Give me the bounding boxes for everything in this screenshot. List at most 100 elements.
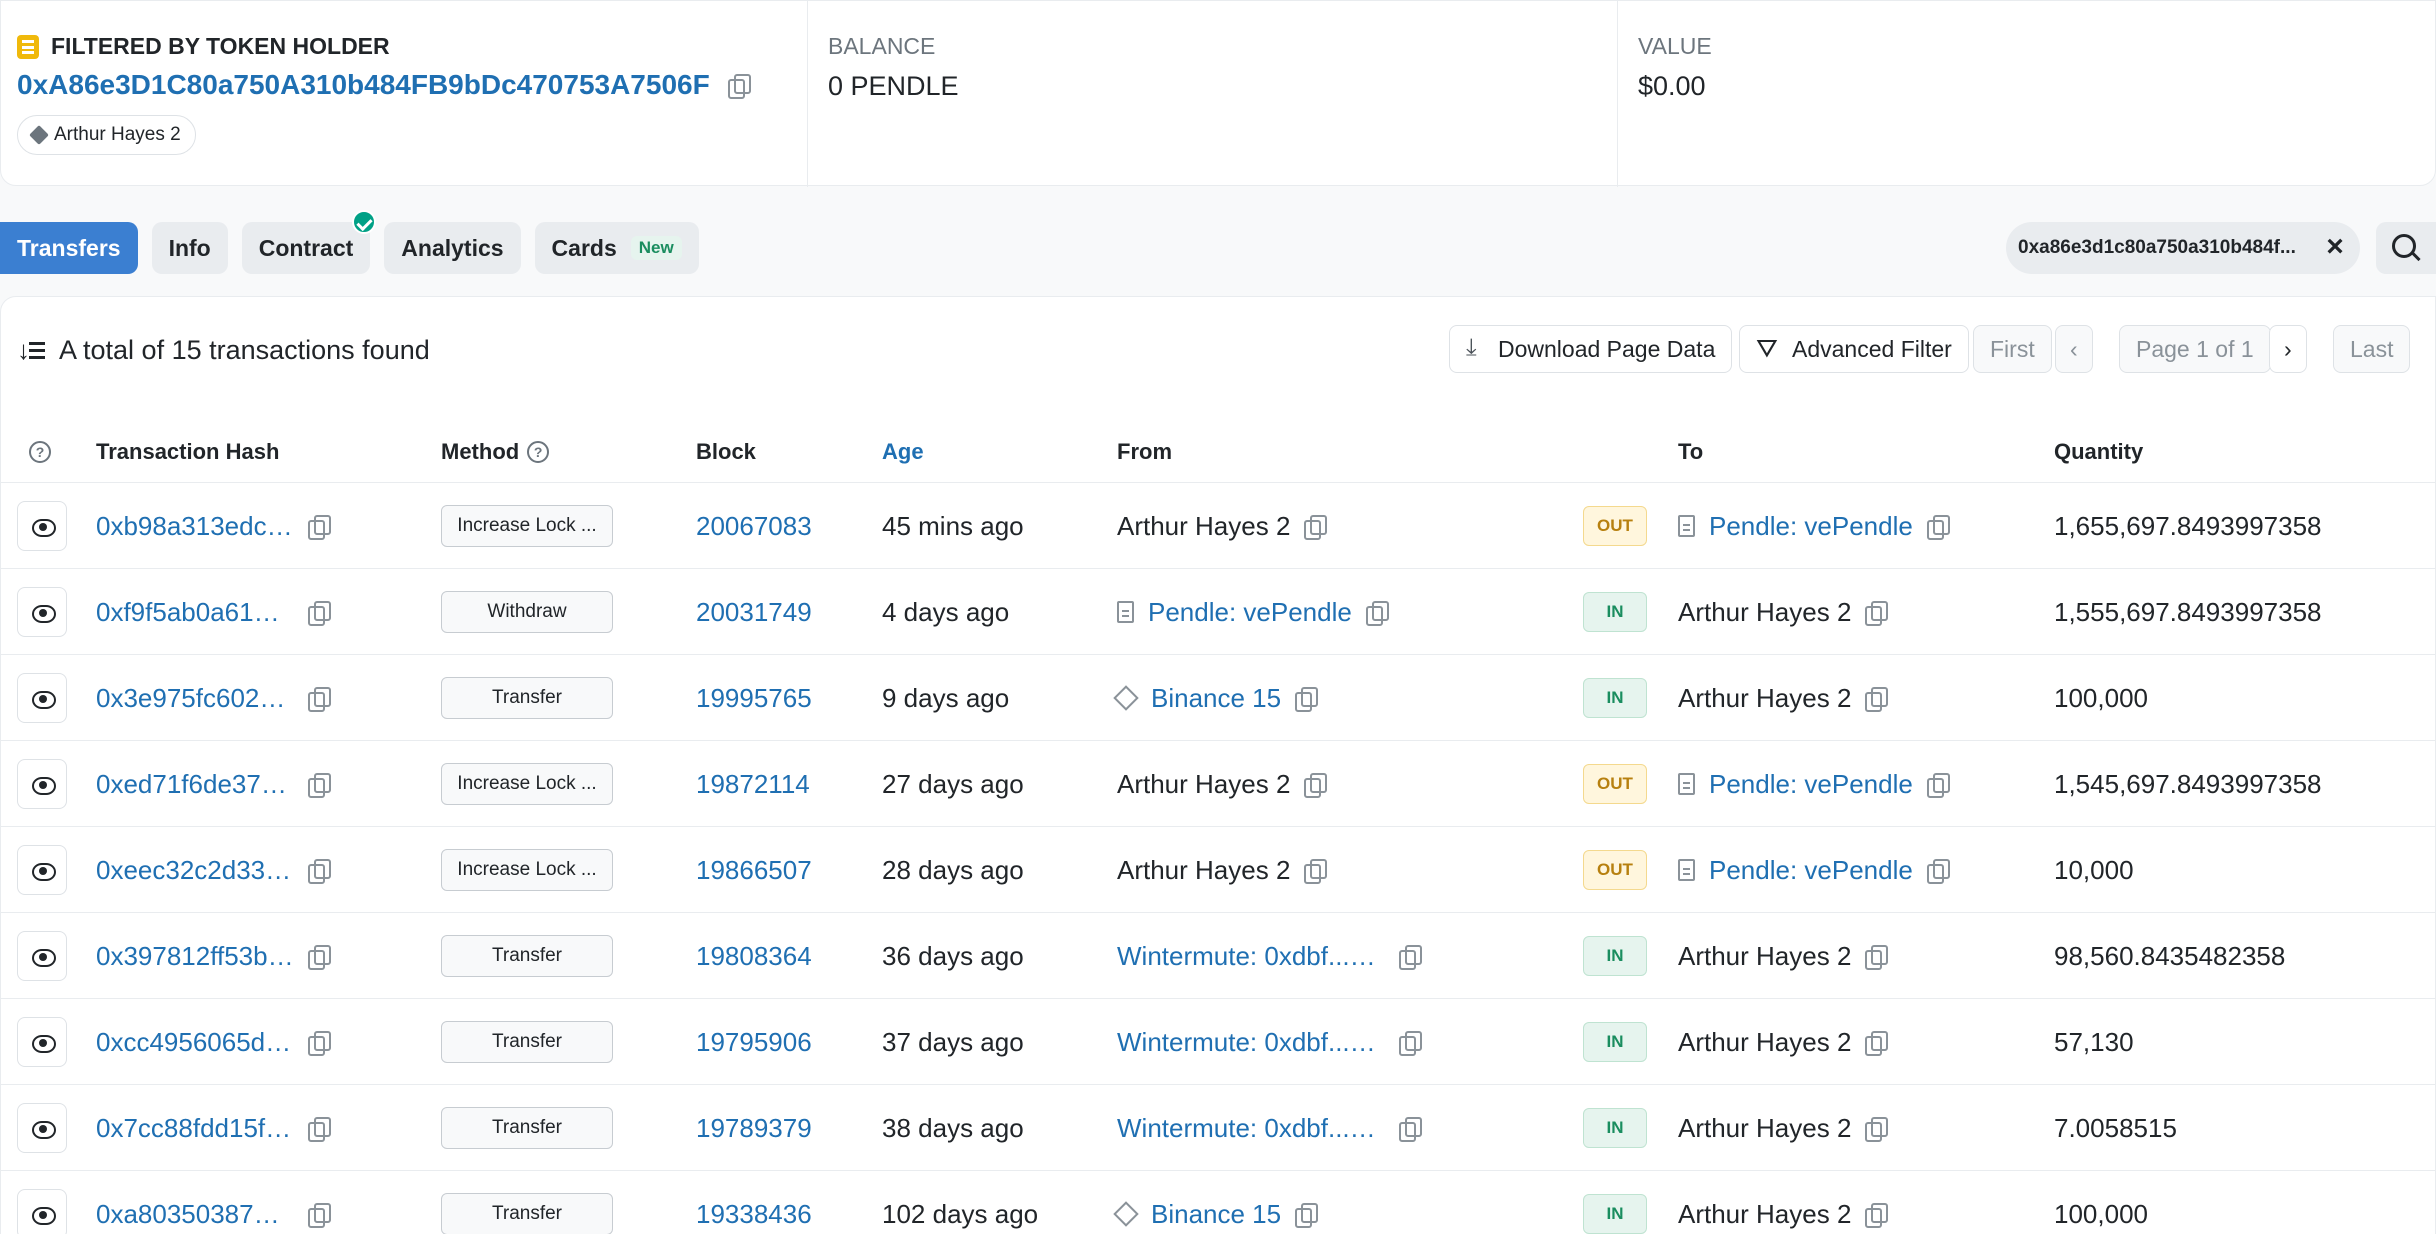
copy-icon[interactable] [1926,515,1950,540]
block-link[interactable]: 19795906 [696,1027,812,1058]
copy-icon[interactable] [1399,1031,1422,1056]
tab-info[interactable]: Info [151,222,228,274]
to-address[interactable]: Pendle: vePendle [1709,769,1913,800]
holder-name-tag[interactable]: Arthur Hayes 2 [17,115,196,155]
transaction-hash-link[interactable]: 0xed71f6de378… [96,769,294,800]
from-address[interactable]: Wintermute: 0xdbf...0… [1117,1113,1385,1144]
view-details-eye-icon[interactable] [17,501,67,551]
tab-cards[interactable]: Cards New [534,222,699,274]
from-address[interactable]: Binance 15 [1151,1199,1281,1230]
copy-icon[interactable] [1365,601,1389,626]
tab-contract[interactable]: Contract [241,210,377,274]
advanced-filter-label: Advanced Filter [1792,335,1952,362]
holder-heading-text: FILTERED BY TOKEN HOLDER [51,33,390,59]
transaction-hash-link[interactable]: 0xf9f5ab0a61e… [96,597,294,628]
block-link[interactable]: 20067083 [696,511,812,542]
to-address[interactable]: Pendle: vePendle [1709,855,1913,886]
age-text: 45 mins ago [882,510,1024,541]
view-details-eye-icon[interactable] [17,1103,67,1153]
copy-icon[interactable] [1865,1031,1889,1056]
method-badge: Transfer [441,1193,613,1234]
copy-icon[interactable] [1926,773,1950,798]
sort-descending-icon[interactable] [17,335,47,366]
copy-icon[interactable] [727,74,751,99]
transaction-hash-link[interactable]: 0xa803503879… [96,1199,294,1230]
copy-icon[interactable] [308,1117,331,1142]
advanced-filter-button[interactable]: Advanced Filter [1739,325,1969,373]
block-link[interactable]: 19866507 [696,855,812,886]
copy-icon[interactable] [1295,1203,1319,1228]
transaction-hash-link[interactable]: 0x3e975fc6024… [96,683,294,714]
view-details-eye-icon[interactable] [17,931,67,981]
block-link[interactable]: 20031749 [696,597,812,628]
tab-analytics[interactable]: Analytics [384,222,521,274]
copy-icon[interactable] [308,687,331,712]
from-address[interactable]: Binance 15 [1151,683,1281,714]
search-icon[interactable] [2376,222,2436,274]
view-details-eye-icon[interactable] [17,845,67,895]
copy-icon[interactable] [308,1203,331,1228]
copy-icon[interactable] [1304,515,1328,540]
method-badge: Increase Lock ... [441,849,613,891]
transaction-hash-link[interactable]: 0x7cc88fdd15f… [96,1113,294,1144]
block-link[interactable]: 19789379 [696,1113,812,1144]
quantity-value: 1,555,697.8493997358 [2054,596,2322,627]
copy-icon[interactable] [308,773,331,798]
block-link[interactable]: 19338436 [696,1199,812,1230]
transaction-hash-link[interactable]: 0x397812ff53b… [96,941,294,972]
view-details-eye-icon[interactable] [17,673,67,723]
view-details-eye-icon[interactable] [17,1189,67,1234]
copy-icon[interactable] [1865,945,1889,970]
copy-icon[interactable] [1399,945,1422,970]
copy-icon[interactable] [1865,687,1889,712]
transaction-hash-link[interactable]: 0xcc4956065d… [96,1027,294,1058]
download-page-data-label: Download Page Data [1498,335,1716,362]
to-address[interactable]: Pendle: vePendle [1709,511,1913,542]
from-address[interactable]: Wintermute: 0xdbf...0… [1117,941,1385,972]
copy-icon[interactable] [308,601,331,626]
previous-page-button[interactable]: ‹ [2055,325,2093,373]
copy-icon[interactable] [308,1031,331,1056]
block-link[interactable]: 19995765 [696,683,812,714]
address-filter-chip[interactable]: 0xa86e3d1c80a750a310b484f... × [2006,222,2360,274]
copy-icon[interactable] [1865,1203,1889,1228]
next-page-button[interactable]: › [2269,325,2307,373]
view-details-eye-icon[interactable] [17,759,67,809]
value-value: $0.00 [1638,71,1706,101]
first-page-button[interactable]: First [1973,325,2052,373]
block-link[interactable]: 19872114 [696,769,810,800]
method-text: Transfer [491,1031,563,1052]
header-help[interactable]: ? [29,421,51,483]
to-address: Arthur Hayes 2 [1678,682,1852,713]
to-address: Arthur Hayes 2 [1678,596,1852,627]
method-help-icon[interactable]: ? [527,441,550,463]
id-card-icon [17,34,39,59]
copy-icon[interactable] [1399,1117,1422,1142]
holder-address-link[interactable]: 0xA86e3D1C80a750A310b484FB9bDc470753A750… [17,69,710,101]
copy-icon[interactable] [1926,859,1950,884]
view-details-eye-icon[interactable] [17,1017,67,1067]
copy-icon[interactable] [308,859,331,884]
direction-badge: IN [1583,1194,1647,1234]
copy-icon[interactable] [1304,773,1328,798]
header-transaction-hash: Transaction Hash [96,439,280,464]
copy-icon[interactable] [1865,601,1889,626]
header-age[interactable]: Age [882,421,924,483]
view-details-eye-icon[interactable] [17,587,67,637]
download-page-data-button[interactable]: Download Page Data [1449,325,1733,373]
copy-icon[interactable] [308,945,331,970]
tab-transfers[interactable]: Transfers [0,222,138,274]
copy-icon[interactable] [1304,859,1328,884]
transaction-hash-link[interactable]: 0xeec32c2d33… [96,855,294,886]
copy-icon[interactable] [1295,687,1319,712]
block-link[interactable]: 19808364 [696,941,812,972]
copy-icon[interactable] [308,515,331,540]
method-badge: Withdraw [441,591,613,633]
last-page-button[interactable]: Last [2333,325,2411,373]
from-address[interactable]: Pendle: vePendle [1148,597,1352,628]
clear-filter-close-icon[interactable]: × [2322,232,2348,262]
transaction-hash-link[interactable]: 0xb98a313edc… [96,511,294,542]
from-address[interactable]: Wintermute: 0xdbf...0… [1117,1027,1385,1058]
copy-icon[interactable] [1865,1117,1889,1142]
age-text: 37 days ago [882,1026,1024,1057]
